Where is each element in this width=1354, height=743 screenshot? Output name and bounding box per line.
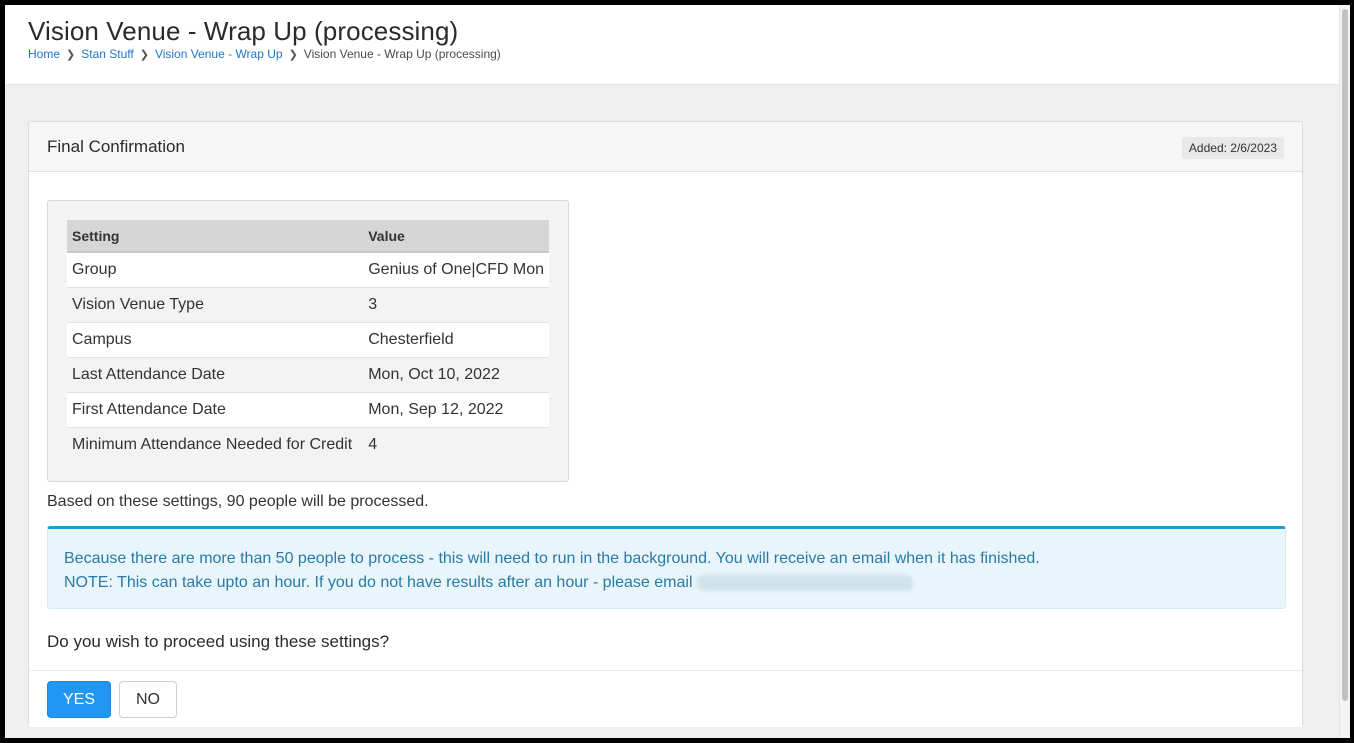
setting-cell: First Attendance Date bbox=[67, 391, 364, 427]
alert-note-text: NOTE: This can take upto an hour. If you… bbox=[64, 574, 693, 591]
chevron-right-icon: ❯ bbox=[66, 48, 76, 61]
table-row: Last Attendance Date Mon, Oct 10, 2022 bbox=[67, 356, 549, 392]
vertical-scrollbar[interactable] bbox=[1339, 5, 1350, 738]
breadcrumb-wrap-up[interactable]: Vision Venue - Wrap Up bbox=[155, 47, 283, 61]
proceed-question: Do you wish to proceed using these setti… bbox=[47, 632, 390, 651]
yes-button[interactable]: YES bbox=[47, 681, 111, 718]
setting-cell: Campus bbox=[67, 321, 364, 357]
page-title: Vision Venue - Wrap Up (processing) bbox=[28, 16, 459, 46]
column-header-value: Value bbox=[363, 220, 549, 253]
table-row: Vision Venue Type 3 bbox=[67, 286, 549, 322]
table-row: Minimum Attendance Needed for Credit 4 bbox=[67, 426, 549, 462]
setting-cell: Last Attendance Date bbox=[67, 356, 364, 392]
breadcrumb-current: Vision Venue - Wrap Up (processing) bbox=[303, 47, 501, 61]
process-count-text: Based on these settings, 90 people will … bbox=[47, 493, 429, 510]
no-button[interactable]: NO bbox=[119, 681, 177, 718]
panel-footer: YES NO bbox=[29, 670, 1302, 727]
settings-table: Setting Value Group Genius of One|CFD Mo… bbox=[67, 220, 549, 462]
table-row: Group Genius of One|CFD Mon bbox=[67, 251, 549, 287]
added-date-badge: Added: 2/6/2023 bbox=[1181, 137, 1284, 159]
panel-title: Final Confirmation bbox=[47, 137, 185, 156]
chevron-right-icon: ❯ bbox=[139, 48, 149, 61]
page-header: Vision Venue - Wrap Up (processing) Home… bbox=[5, 5, 1339, 85]
browser-viewport: Vision Venue - Wrap Up (processing) Home… bbox=[5, 5, 1339, 738]
panel-heading: Final Confirmation Added: 2/6/2023 bbox=[29, 122, 1302, 172]
value-cell: 4 bbox=[363, 426, 549, 462]
settings-summary-well: Setting Value Group Genius of One|CFD Mo… bbox=[47, 200, 569, 482]
setting-cell: Group bbox=[67, 251, 364, 287]
value-cell: Chesterfield bbox=[363, 321, 549, 357]
setting-cell: Vision Venue Type bbox=[67, 286, 364, 322]
value-cell: Mon, Oct 10, 2022 bbox=[363, 356, 549, 392]
alert-line-background: Because there are more than 50 people to… bbox=[64, 550, 1040, 567]
breadcrumb-stan-stuff[interactable]: Stan Stuff bbox=[81, 47, 133, 61]
table-header-row: Setting Value bbox=[67, 220, 549, 253]
table-row: Campus Chesterfield bbox=[67, 321, 549, 357]
final-confirmation-panel: Final Confirmation Added: 2/6/2023 Setti… bbox=[28, 121, 1303, 727]
value-cell: 3 bbox=[363, 286, 549, 322]
breadcrumb-home[interactable]: Home bbox=[28, 47, 60, 61]
redacted-email-link[interactable] bbox=[696, 574, 913, 591]
table-row: First Attendance Date Mon, Sep 12, 2022 bbox=[67, 391, 549, 427]
alert-line-note: NOTE: This can take upto an hour. If you… bbox=[64, 571, 1269, 595]
column-header-setting: Setting bbox=[67, 220, 364, 253]
value-cell: Mon, Sep 12, 2022 bbox=[363, 391, 549, 427]
breadcrumb: Home ❯ Stan Stuff ❯ Vision Venue - Wrap … bbox=[28, 47, 501, 61]
setting-cell: Minimum Attendance Needed for Credit bbox=[67, 426, 364, 462]
chevron-right-icon: ❯ bbox=[288, 48, 298, 61]
scrollbar-thumb[interactable] bbox=[1342, 9, 1348, 701]
background-processing-alert: Because there are more than 50 people to… bbox=[47, 526, 1286, 609]
value-cell: Genius of One|CFD Mon bbox=[363, 251, 549, 287]
